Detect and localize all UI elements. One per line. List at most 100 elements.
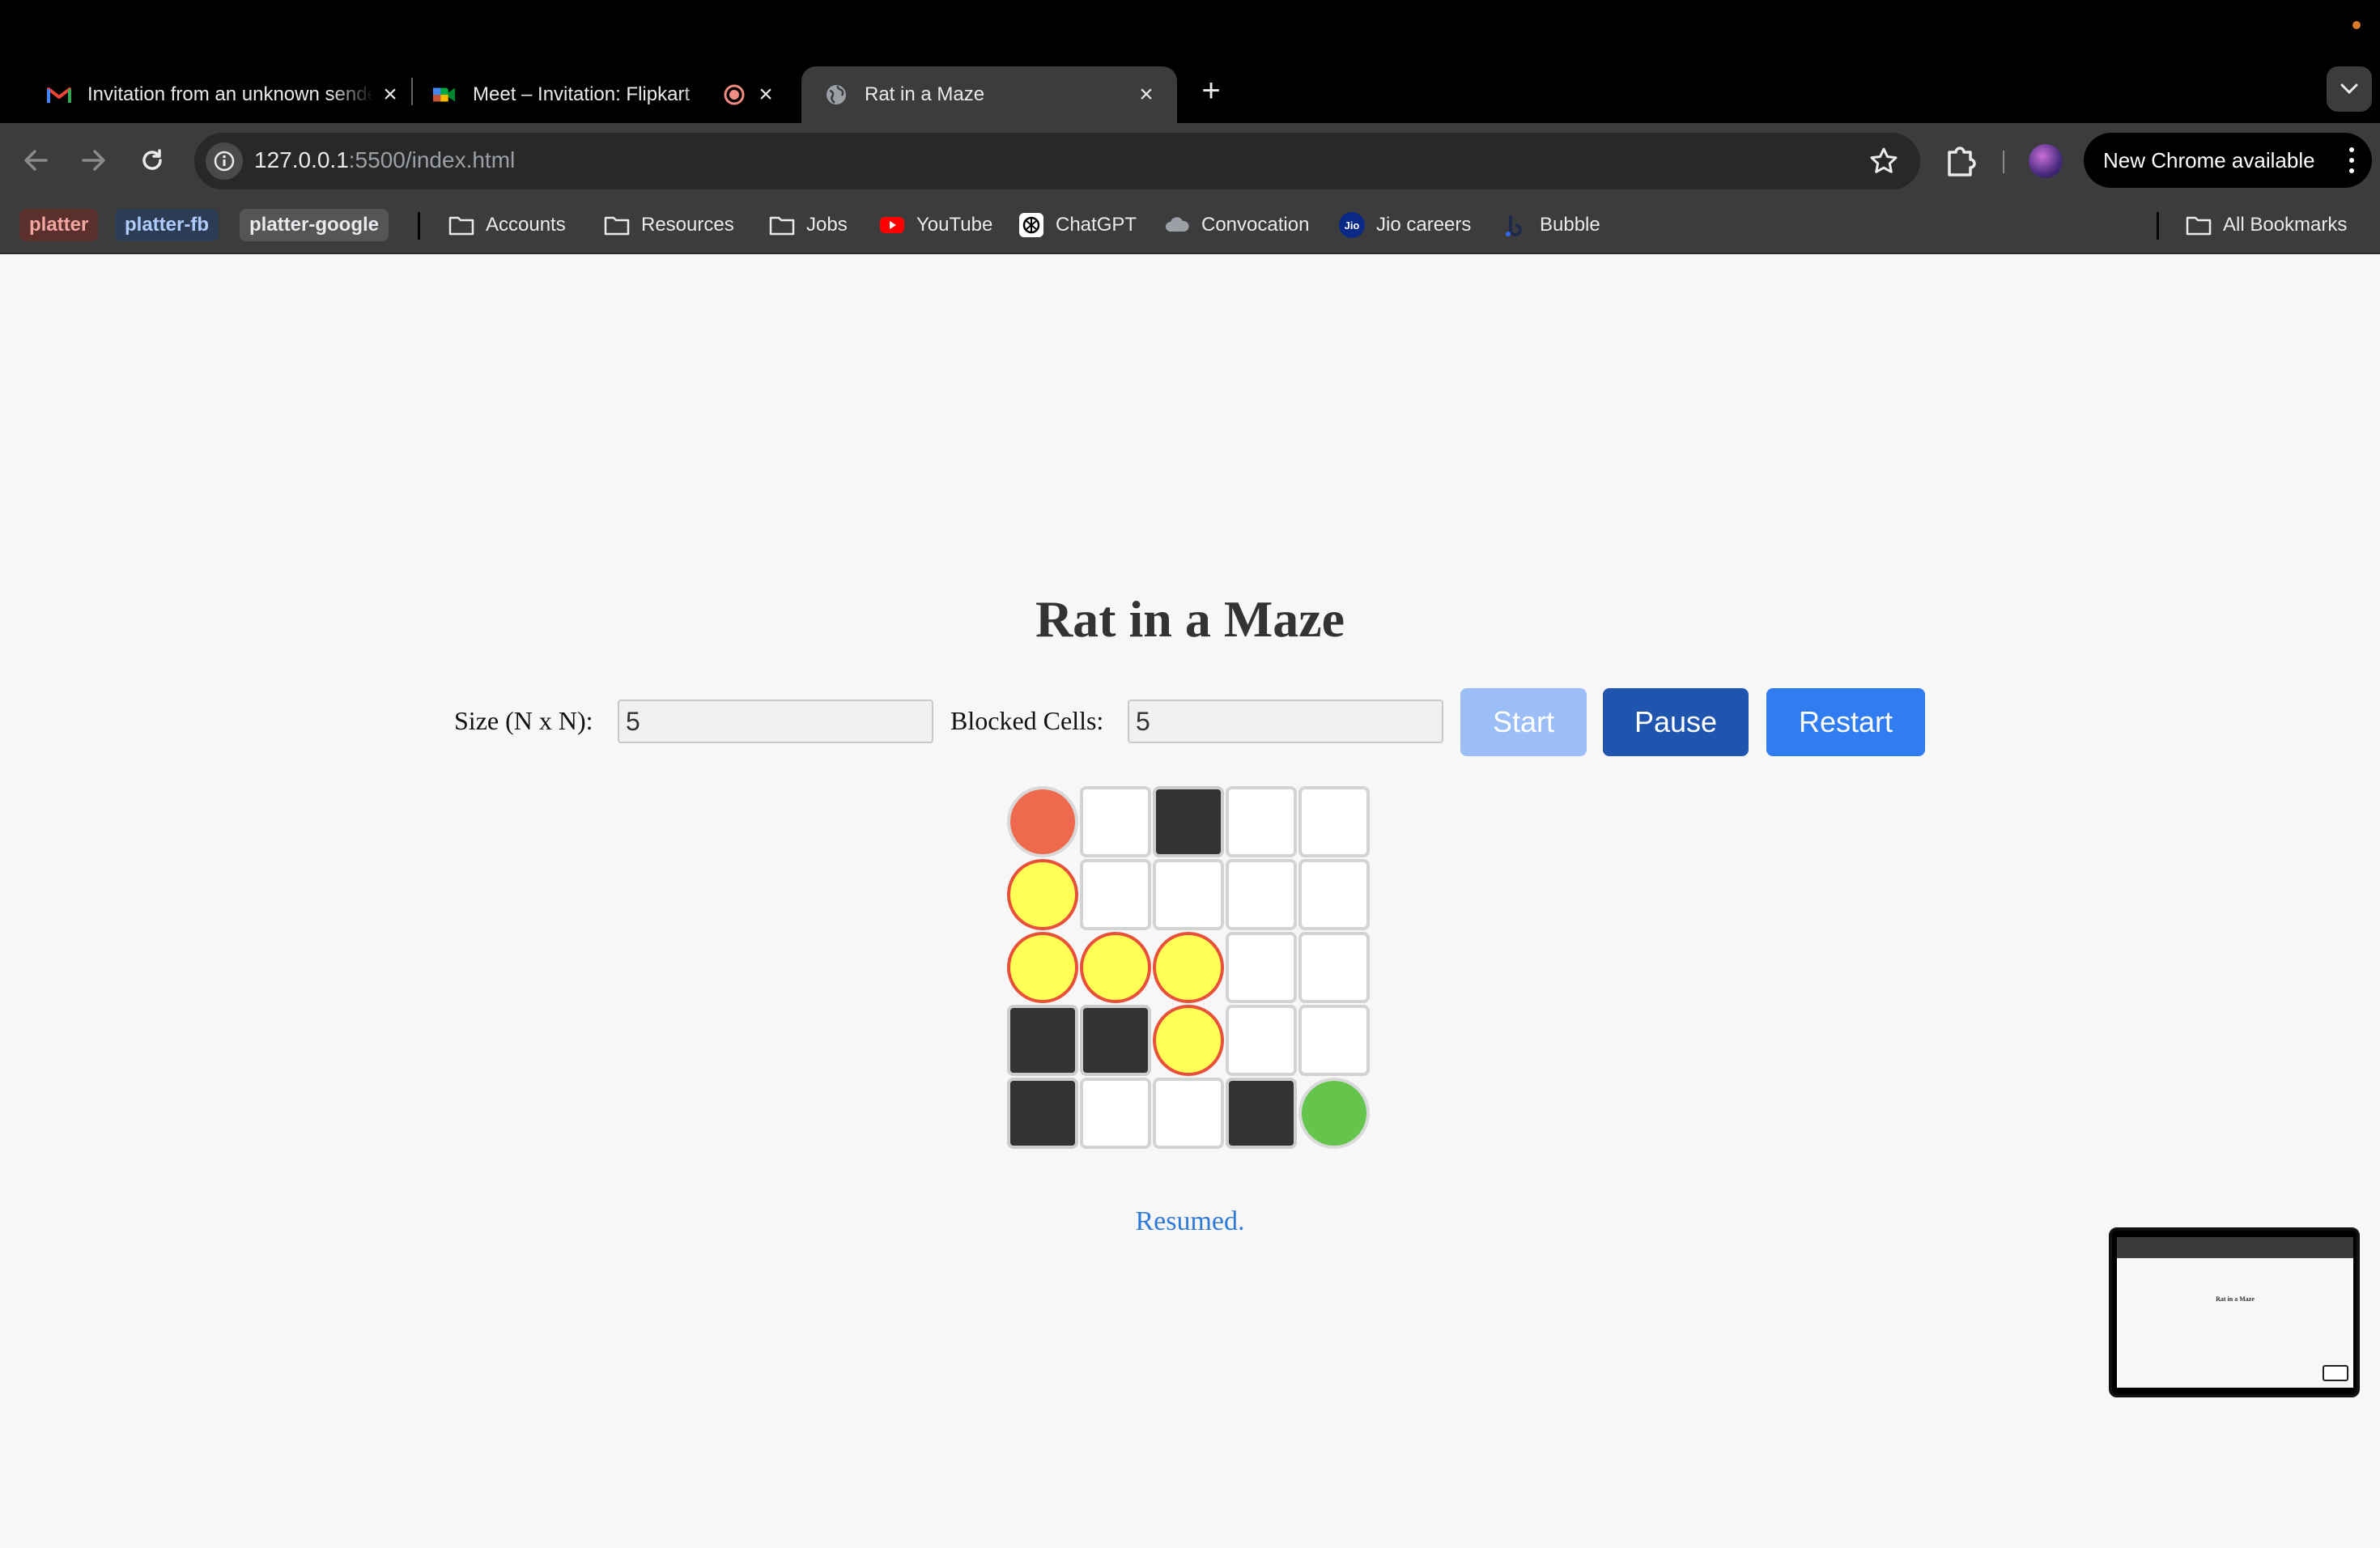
jio-icon: Jio — [1339, 212, 1365, 238]
folder-icon — [2186, 212, 2212, 238]
bookmark-chatgpt[interactable]: ChatGPT — [1018, 207, 1137, 243]
google-meet-icon — [432, 83, 457, 107]
bookmark-chip-platter[interactable]: platter — [19, 209, 99, 241]
maze-cell-path — [1007, 932, 1078, 1003]
maze-cell-open — [1226, 932, 1297, 1003]
maze-cell-goal — [1298, 1078, 1370, 1149]
folder-icon — [448, 212, 474, 238]
bookmark-resources[interactable]: Resources — [604, 207, 734, 243]
bookmark-convocation[interactable]: Convocation — [1164, 207, 1309, 243]
maze-cell-open — [1298, 1005, 1370, 1076]
profile-avatar[interactable] — [2029, 144, 2063, 178]
maze-cell-path — [1080, 932, 1151, 1003]
bookmark-jobs[interactable]: Jobs — [769, 207, 848, 243]
maze-cell-open — [1080, 786, 1151, 857]
close-tab-icon[interactable]: × — [374, 79, 406, 111]
chatgpt-icon — [1018, 212, 1044, 238]
maze-cell-open — [1298, 786, 1370, 857]
start-button[interactable]: Start — [1460, 688, 1587, 756]
preview-title: Rat in a Maze — [2216, 1295, 2255, 1303]
globe-icon — [824, 83, 848, 107]
bookmarks-bar: platter platter-fb platter-google Accoun… — [0, 198, 2380, 254]
update-chrome-button[interactable]: New Chrome available — [2084, 133, 2372, 188]
folder-icon — [769, 212, 795, 238]
new-tab-button[interactable]: + — [1193, 73, 1229, 108]
folder-icon — [604, 212, 630, 238]
maze-cell-path — [1007, 859, 1078, 930]
maze-cell-open — [1226, 859, 1297, 930]
bookmark-jio-careers[interactable]: Jio Jio careers — [1339, 207, 1471, 243]
bookmark-youtube[interactable]: YouTube — [879, 207, 992, 243]
maze-cell-path — [1153, 932, 1224, 1003]
gmail-icon — [47, 83, 71, 107]
page-title: Rat in a Maze — [1035, 590, 1345, 648]
tab-gmail-invitation[interactable]: Invitation from an unknown sender × — [24, 66, 421, 123]
maze-cell-open — [1226, 786, 1297, 857]
bookmark-chip-platter-fb[interactable]: platter-fb — [115, 209, 219, 241]
size-input[interactable] — [618, 700, 933, 743]
update-label: New Chrome available — [2103, 147, 2315, 172]
maze-cell-open — [1153, 1078, 1224, 1149]
reload-button[interactable] — [131, 139, 173, 181]
tab-title: Invitation from an unknown sender — [87, 83, 374, 105]
bookmark-label: Convocation — [1201, 214, 1310, 236]
arrow-left-icon — [24, 150, 48, 171]
arrow-right-icon — [82, 150, 105, 171]
reload-icon — [142, 149, 162, 170]
bookmark-bubble[interactable]: Bubble — [1502, 207, 1600, 243]
bookmark-chip-platter-google[interactable]: platter-google — [240, 209, 389, 241]
maze-cell-open — [1080, 1078, 1151, 1149]
status-message: Resumed. — [1135, 1206, 1245, 1236]
preview-window-icon[interactable] — [2323, 1365, 2348, 1381]
bookmark-label: ChatGPT — [1056, 214, 1137, 236]
url-text[interactable]: 127.0.0.1:5500/index.html — [254, 147, 515, 173]
chevron-down-icon — [2340, 83, 2358, 95]
site-info-icon[interactable] — [206, 142, 243, 180]
window-preview-thumbnail[interactable]: Rat in a Maze — [2109, 1227, 2360, 1397]
restart-button[interactable]: Restart — [1766, 688, 1925, 756]
tab-title: Meet – Invitation: Flipkart — [473, 83, 691, 105]
youtube-icon — [879, 212, 905, 238]
bookmark-all-bookmarks[interactable]: All Bookmarks — [2186, 207, 2347, 243]
maze-cell-open — [1080, 859, 1151, 930]
close-tab-icon[interactable]: × — [1130, 79, 1162, 111]
maze-cell-path — [1153, 1005, 1224, 1076]
menu-dots-icon[interactable] — [2349, 147, 2354, 173]
close-tab-icon[interactable]: × — [750, 79, 782, 111]
maze-cell-open — [1298, 932, 1370, 1003]
extensions-icon[interactable] — [1941, 141, 1980, 180]
blocked-cells-input[interactable] — [1128, 700, 1443, 743]
maze-cell-open — [1298, 859, 1370, 930]
maze-cell-open — [1153, 859, 1224, 930]
bookmark-label: Accounts — [486, 214, 566, 236]
preview-screen: Rat in a Maze — [2117, 1237, 2353, 1388]
tab-rat-in-a-maze[interactable]: Rat in a Maze × — [801, 66, 1177, 123]
bookmark-accounts[interactable]: Accounts — [448, 207, 566, 243]
bookmark-label: Jobs — [806, 214, 848, 236]
tab-meet-invitation[interactable]: Meet – Invitation: Flipkart × — [410, 66, 797, 123]
bookmarks-separator — [418, 212, 420, 240]
controls-row: Size (N x N): Blocked Cells: Start Pause… — [0, 688, 2380, 756]
size-label: Size (N x N): — [454, 706, 593, 735]
bookmark-star-icon[interactable] — [1868, 146, 1899, 176]
forward-button[interactable] — [73, 139, 115, 181]
pause-button[interactable]: Pause — [1603, 688, 1749, 756]
bookmark-label: Bubble — [1540, 214, 1600, 236]
maze-cell-blocked — [1080, 1005, 1151, 1076]
tab-strip: Invitation from an unknown sender × Meet… — [0, 0, 2380, 123]
cloud-icon — [1164, 212, 1190, 238]
maze-cell-blocked — [1226, 1078, 1297, 1149]
back-button[interactable] — [15, 139, 57, 181]
url-path: :5500/index.html — [348, 147, 516, 172]
bookmark-label: YouTube — [916, 214, 993, 236]
toolbar-separator — [2003, 151, 2004, 173]
maze-cell-blocked — [1007, 1005, 1078, 1076]
maze-cell-blocked — [1007, 1078, 1078, 1149]
preview-browser-bar — [2117, 1237, 2353, 1258]
bookmark-label: Resources — [641, 214, 734, 236]
url-host: 127.0.0.1 — [254, 147, 349, 172]
tab-search-button[interactable] — [2327, 66, 2372, 112]
bookmark-label: Jio careers — [1376, 214, 1472, 236]
address-bar[interactable]: 127.0.0.1:5500/index.html — [194, 133, 1920, 189]
bookmarks-separator — [2157, 212, 2159, 240]
